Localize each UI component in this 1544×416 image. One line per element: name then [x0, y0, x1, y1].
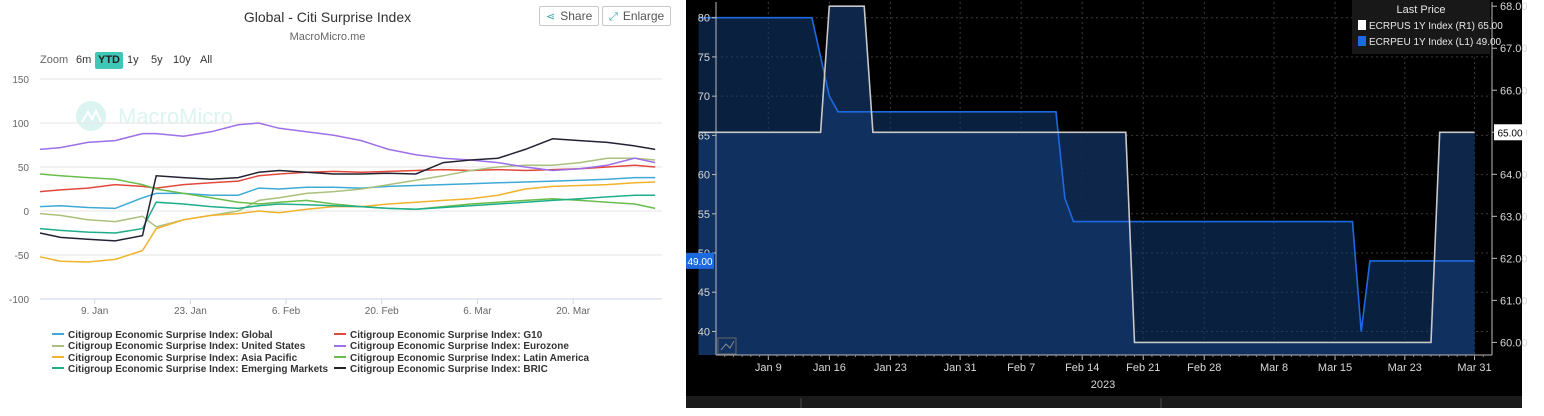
y-right-tick-label: 64.00 — [1500, 169, 1528, 181]
y-right-tick-label: 67.00 — [1500, 43, 1528, 55]
x-tick-label: Mar 8 — [1260, 362, 1288, 374]
x-tick-label: Feb 14 — [1065, 362, 1099, 374]
legend-item[interactable]: Citigroup Economic Surprise Index: Unite… — [52, 341, 305, 353]
x-tick-label: 6. Feb — [272, 306, 301, 317]
x-tick-label: Jan 31 — [944, 362, 977, 374]
legend-label: Citigroup Economic Surprise Index: Asia … — [68, 352, 298, 364]
legend-label: Citigroup Economic Surprise Index: Emerg… — [68, 363, 329, 375]
macromicro-chart-panel: Global - Citi Surprise Index MacroMicro.… — [0, 0, 686, 416]
legend-label: Citigroup Economic Surprise Index: Euroz… — [350, 341, 569, 353]
surprise-index-plot: MacroMicro -100 -50 0 50 100 150 9. Jan 23. Jan… — [9, 75, 662, 317]
legend-item[interactable]: Citigroup Economic Surprise Index: Emerg… — [52, 364, 328, 376]
y-tick-label: 100 — [12, 119, 29, 130]
right-value-badge-text: 65.00 — [1497, 128, 1522, 139]
legend-label: Citigroup Economic Surprise Index: G10 — [350, 330, 543, 341]
y-left-tick-label: 65 — [698, 130, 710, 142]
legend-item[interactable]: Citigroup Economic Surprise Index: BRIC — [334, 364, 548, 376]
x-tick-label: 23. Jan — [174, 306, 207, 317]
legend-label: Citigroup Economic Surprise Index: BRIC — [350, 363, 548, 375]
watermark: MacroMicro — [76, 101, 233, 131]
y-right-tick-label: 63.00 — [1500, 211, 1528, 223]
legend-swatch — [334, 344, 346, 347]
y-tick-label: -100 — [9, 295, 29, 306]
series-line-5 — [39, 181, 656, 263]
legend-item[interactable]: Citigroup Economic Surprise Index: Euroz… — [334, 341, 569, 353]
legend-swatch — [52, 333, 64, 336]
x-tick-label: Jan 9 — [755, 362, 782, 374]
legend-item[interactable]: Citigroup Economic Surprise Index: G10 — [334, 330, 542, 342]
x-tick-label: Feb 7 — [1007, 362, 1035, 374]
y-tick-label: 150 — [12, 75, 29, 86]
series-line-4 — [39, 122, 656, 172]
x-tick-label: 9. Jan — [81, 306, 108, 317]
legend-label: ECRPUS 1Y Index (R1) 65.00 — [1369, 21, 1503, 32]
legend-swatch — [52, 344, 64, 347]
y-right-tick-label: 60.00 — [1500, 337, 1528, 349]
legend-swatch — [1358, 36, 1366, 46]
y-left-tick-label: 55 — [698, 209, 710, 221]
x-tick-label: 20. Feb — [365, 306, 399, 317]
y-tick-label: -50 — [15, 251, 30, 262]
year-label: 2023 — [1091, 379, 1115, 391]
x-tick-label: Feb 21 — [1126, 362, 1160, 374]
y-right-tick-label: 68.00 — [1500, 1, 1528, 13]
x-tick-label: Mar 31 — [1457, 362, 1491, 374]
x-tick-label: Jan 16 — [813, 362, 846, 374]
series-line-3 — [39, 157, 656, 228]
legend-swatch — [334, 355, 346, 358]
y-left-tick-label: 75 — [698, 52, 710, 64]
legend-item[interactable]: Citigroup Economic Surprise Index: Latin… — [334, 353, 589, 365]
ecrp-index-plot: 40455055606570758060.0061.0062.0063.0064… — [686, 0, 1544, 416]
x-tick-label: Jan 23 — [874, 362, 907, 374]
series-line-7 — [39, 194, 656, 234]
legend-label: Citigroup Economic Surprise Index: Latin… — [350, 352, 590, 364]
x-tick-label: 20. Mar — [556, 306, 591, 317]
legend-swatch — [52, 355, 64, 358]
x-tick-label: Feb 28 — [1187, 362, 1221, 374]
legend-label: ECRPEU 1Y Index (L1) 49.00 — [1369, 37, 1502, 48]
legend-swatch — [334, 367, 346, 370]
y-left-tick-label: 70 — [698, 91, 710, 103]
watermark-text: MacroMicro — [118, 104, 233, 129]
x-tick-label: 6. Mar — [463, 306, 492, 317]
legend-label: Citigroup Economic Surprise Index: Globa… — [68, 330, 273, 341]
legend-header: Last Price — [1397, 4, 1446, 16]
y-left-tick-label: 40 — [698, 326, 710, 338]
x-tick-label: Mar 23 — [1388, 362, 1422, 374]
y-left-tick-label: 45 — [698, 287, 710, 299]
legend-item[interactable]: Citigroup Economic Surprise Index: Globa… — [52, 330, 272, 342]
series-line-6 — [39, 173, 656, 210]
y-tick-label: 50 — [18, 163, 30, 174]
x-tick-label: Mar 15 — [1318, 362, 1352, 374]
y-tick-label: 0 — [23, 207, 29, 218]
left-value-badge-text: 49.00 — [687, 257, 712, 268]
terminal-chart-panel: 40455055606570758060.0061.0062.0063.0064… — [686, 0, 1544, 416]
legend-swatch — [1358, 20, 1366, 30]
y-left-tick-label: 80 — [698, 13, 710, 25]
y-left-tick-label: 60 — [698, 170, 710, 182]
y-right-tick-label: 62.00 — [1500, 253, 1528, 265]
legend-swatch — [52, 367, 64, 370]
y-right-tick-label: 66.00 — [1500, 85, 1528, 97]
y-right-tick-label: 61.00 — [1500, 295, 1528, 307]
legend-item[interactable]: Citigroup Economic Surprise Index: Asia … — [52, 353, 297, 365]
legend-label: Citigroup Economic Surprise Index: Unite… — [68, 341, 306, 353]
legend-swatch — [334, 333, 346, 336]
